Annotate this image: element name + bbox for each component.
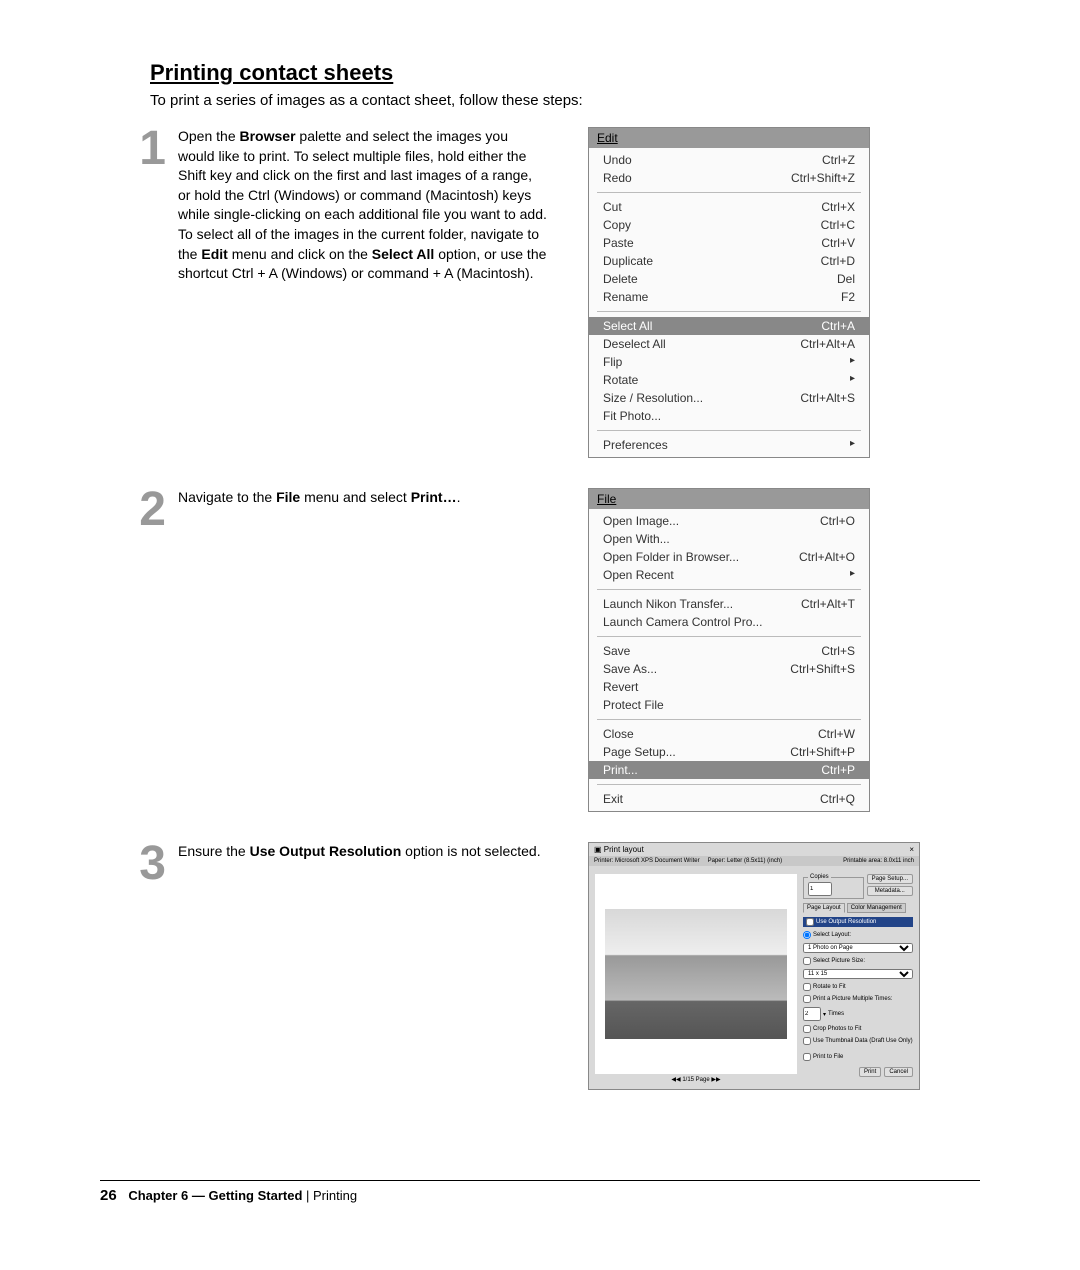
- tab-page-layout[interactable]: Page Layout: [803, 903, 845, 913]
- tab-color-management[interactable]: Color Management: [847, 903, 906, 913]
- menu-item[interactable]: CloseCtrl+W: [589, 725, 869, 743]
- menu-item[interactable]: Save As...Ctrl+Shift+S: [589, 660, 869, 678]
- pager[interactable]: ◀◀ 1/15 Page ▶▶: [595, 1076, 797, 1083]
- step-number: 2: [116, 488, 166, 531]
- use-thumbnail[interactable]: [803, 1037, 811, 1045]
- menu-item[interactable]: SaveCtrl+S: [589, 642, 869, 660]
- menu-item[interactable]: Print...Ctrl+P: [589, 761, 869, 779]
- crop-to-fit[interactable]: [803, 1025, 811, 1033]
- close-icon[interactable]: ×: [909, 845, 914, 854]
- print-to-file[interactable]: [803, 1053, 811, 1061]
- menu-item[interactable]: Fit Photo...: [589, 407, 869, 425]
- page-number: 26: [100, 1187, 117, 1204]
- menu-item[interactable]: Launch Camera Control Pro...: [589, 613, 869, 631]
- menu-item[interactable]: DeleteDel: [589, 270, 869, 288]
- cancel-button[interactable]: Cancel: [884, 1067, 913, 1077]
- menu-item[interactable]: Open With...: [589, 530, 869, 548]
- metadata-button[interactable]: Metadata...: [867, 886, 913, 896]
- print-layout-dialog: ▣ Print layout × Printer: Microsoft XPS …: [588, 842, 980, 1090]
- step-text: Ensure the Use Output Resolution option …: [178, 842, 548, 862]
- menu-item[interactable]: Protect File: [589, 696, 869, 714]
- picture-size-select[interactable]: 11 x 15: [803, 969, 913, 979]
- menu-item[interactable]: PasteCtrl+V: [589, 234, 869, 252]
- copies-input[interactable]: [808, 882, 832, 896]
- print-preview: [595, 874, 797, 1074]
- page-setup-button[interactable]: Page Setup...: [867, 874, 913, 884]
- step-2: 2 Navigate to the File menu and select P…: [100, 488, 980, 812]
- menu-item[interactable]: DuplicateCtrl+D: [589, 252, 869, 270]
- select-layout-radio[interactable]: [803, 931, 811, 939]
- section-label: Printing: [313, 1188, 357, 1203]
- menu-item[interactable]: Open Folder in Browser...Ctrl+Alt+O: [589, 548, 869, 566]
- intro-text: To print a series of images as a contact…: [150, 92, 980, 109]
- menu-title-edit: Edit: [597, 131, 618, 145]
- multiple-times-input[interactable]: [803, 1007, 821, 1021]
- printer-info: Printer: Microsoft XPS Document Writer: [594, 858, 700, 864]
- edit-menu-screenshot: Edit UndoCtrl+ZRedoCtrl+Shift+Z CutCtrl+X…: [588, 127, 980, 458]
- paper-info: Paper: Letter (8.5x11) (inch): [708, 858, 783, 864]
- step-3: 3 Ensure the Use Output Resolution optio…: [100, 842, 980, 1090]
- menu-item[interactable]: Deselect AllCtrl+Alt+A: [589, 335, 869, 353]
- step-text: Open the Browser palette and select the …: [178, 127, 548, 284]
- dialog-title: ▣ Print layout: [594, 845, 644, 854]
- menu-item[interactable]: Flip▸: [589, 353, 869, 371]
- menu-item[interactable]: ExitCtrl+Q: [589, 790, 869, 808]
- menu-item[interactable]: Open Recent▸: [589, 566, 869, 584]
- menu-item[interactable]: Revert: [589, 678, 869, 696]
- menu-item[interactable]: CopyCtrl+C: [589, 216, 869, 234]
- step-number: 3: [116, 842, 166, 885]
- page-title: Printing contact sheets: [150, 60, 980, 86]
- menu-item[interactable]: Page Setup...Ctrl+Shift+P: [589, 743, 869, 761]
- step-number: 1: [116, 127, 166, 170]
- menu-item[interactable]: Launch Nikon Transfer...Ctrl+Alt+T: [589, 595, 869, 613]
- use-output-resolution[interactable]: Use Output Resolution: [803, 917, 913, 927]
- menu-item[interactable]: Rotate▸: [589, 371, 869, 389]
- menu-item[interactable]: Preferences▸: [589, 436, 869, 454]
- rotate-to-fit[interactable]: [803, 983, 811, 991]
- print-button[interactable]: Print: [859, 1067, 881, 1077]
- printable-area: Printable area: 8.0x11 inch: [843, 858, 914, 864]
- chapter-label: Chapter 6 — Getting Started: [128, 1188, 302, 1203]
- print-multiple[interactable]: [803, 995, 811, 1003]
- page-footer: 26 Chapter 6 — Getting Started | Printin…: [100, 1180, 980, 1204]
- layout-select[interactable]: 1 Photo on Page: [803, 943, 913, 953]
- step-text: Navigate to the File menu and select Pri…: [178, 488, 548, 508]
- step-1: 1 Open the Browser palette and select th…: [100, 127, 980, 458]
- menu-item[interactable]: Size / Resolution...Ctrl+Alt+S: [589, 389, 869, 407]
- select-picture-size[interactable]: [803, 957, 811, 965]
- menu-item[interactable]: UndoCtrl+Z: [589, 151, 869, 169]
- menu-item[interactable]: CutCtrl+X: [589, 198, 869, 216]
- menu-item[interactable]: RedoCtrl+Shift+Z: [589, 169, 869, 187]
- menu-item[interactable]: Open Image...Ctrl+O: [589, 512, 869, 530]
- menu-title-file: File: [597, 492, 616, 506]
- menu-item[interactable]: Select AllCtrl+A: [589, 317, 869, 335]
- file-menu-screenshot: File Open Image...Ctrl+OOpen With...Open…: [588, 488, 980, 812]
- menu-item[interactable]: RenameF2: [589, 288, 869, 306]
